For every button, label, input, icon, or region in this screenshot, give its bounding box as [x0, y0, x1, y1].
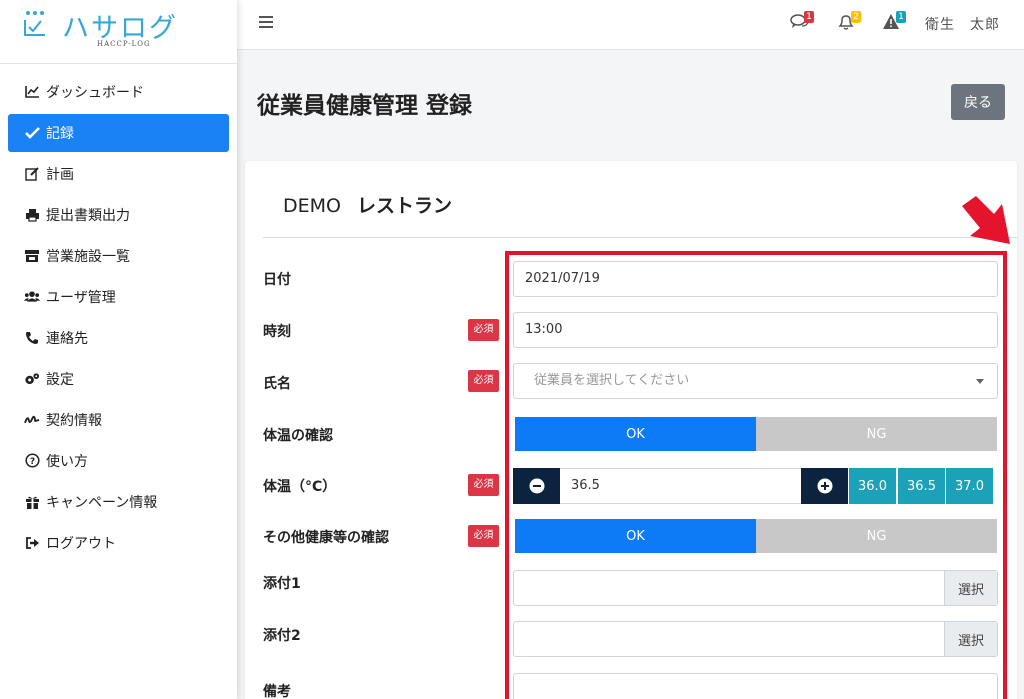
- back-button[interactable]: 戻る: [951, 84, 1005, 120]
- company-name: DEMO: [283, 195, 341, 217]
- signature-icon: [24, 412, 40, 428]
- sidebar-item-settings[interactable]: 設定: [0, 358, 237, 399]
- notes-input[interactable]: [513, 673, 998, 699]
- sidebar-item-label: 営業施設一覧: [46, 248, 130, 265]
- other-check-ok-button[interactable]: OK: [515, 519, 756, 553]
- logo-check-icon: [24, 11, 45, 36]
- sidebar-item-label: ダッシュボード: [46, 84, 144, 101]
- temp-check-ok-button[interactable]: OK: [515, 417, 756, 451]
- temp-preset-button[interactable]: 36.0: [849, 468, 896, 504]
- sidebar-item-dashboard[interactable]: ダッシュボード: [0, 71, 237, 112]
- sidebar-item-users[interactable]: ユーザ管理: [0, 276, 237, 317]
- name-label: 氏名: [263, 376, 291, 392]
- check-icon: [24, 125, 40, 141]
- required-badge: 必須: [468, 474, 499, 496]
- temp-check-ng-button[interactable]: NG: [756, 417, 997, 451]
- warning-icon[interactable]: 1: [882, 11, 906, 33]
- restaurant-name: レストラン: [356, 195, 452, 217]
- notes-label: 備考: [263, 684, 291, 699]
- bell-icon[interactable]: 2: [837, 11, 861, 33]
- date-input[interactable]: 2021/07/19: [513, 261, 998, 297]
- sidebar-item-label: ユーザ管理: [46, 289, 116, 306]
- logout-icon: [24, 535, 40, 551]
- messages-badge: 1: [804, 11, 814, 23]
- temp-preset-button[interactable]: 36.5: [898, 468, 945, 504]
- sidebar-nav: ダッシュボード 記録 計画 提出書類出力 営業施設一覧 ユーザ管理 連絡先 設定…: [0, 71, 237, 563]
- logo-subtitle: HACCP-LOG: [97, 40, 151, 48]
- menu-toggle-icon[interactable]: [259, 16, 273, 28]
- temperature-input[interactable]: 36.5: [560, 468, 801, 504]
- attachment2-browse-button[interactable]: 選択: [944, 622, 997, 656]
- other-check-label: その他健康等の確認: [263, 530, 389, 546]
- chart-line-icon: [24, 84, 40, 100]
- arrow-annotation-icon: [962, 196, 1010, 244]
- employee-select[interactable]: 従業員を選択してください: [513, 363, 998, 399]
- store-icon: [24, 248, 40, 264]
- temp-check-label: 体温の確認: [263, 428, 333, 444]
- users-icon: [24, 289, 40, 305]
- required-badge: 必須: [468, 319, 499, 341]
- topbar: 1 2 1 衛生 太郎: [237, 0, 1024, 50]
- temperature-stepper: 36.5: [513, 468, 848, 504]
- gift-icon: [24, 494, 40, 510]
- sidebar-item-plan[interactable]: 計画: [0, 153, 237, 194]
- chevron-down-icon: [976, 379, 984, 384]
- required-badge: 必須: [468, 525, 499, 547]
- sidebar: ハサログ HACCP-LOG ダッシュボード 記録 計画 提出書類出力 営業施設…: [0, 0, 237, 699]
- other-check-ng-button[interactable]: NG: [756, 519, 997, 553]
- gears-icon: [24, 371, 40, 387]
- svg-text:?: ?: [29, 457, 34, 467]
- sidebar-item-facilities[interactable]: 営業施設一覧: [0, 235, 237, 276]
- sidebar-item-label: キャンペーン情報: [46, 494, 158, 511]
- sidebar-item-label: 計画: [46, 166, 74, 183]
- question-circle-icon: ?: [24, 453, 40, 469]
- date-label: 日付: [263, 272, 291, 288]
- printer-icon: [24, 207, 40, 223]
- divider: [263, 237, 1017, 238]
- card-title: DEMO レストラン: [283, 191, 452, 218]
- temp-check-toggle: OK NG: [515, 417, 997, 451]
- notifications-badge: 2: [851, 11, 861, 23]
- attachment2-input[interactable]: 選択: [513, 621, 998, 657]
- sidebar-item-label: 使い方: [46, 453, 88, 470]
- attachment1-browse-button[interactable]: 選択: [944, 571, 997, 605]
- sidebar-item-label: 契約情報: [46, 412, 102, 429]
- temp-preset-button[interactable]: 37.0: [946, 468, 993, 504]
- sidebar-item-campaign[interactable]: キャンペーン情報: [0, 481, 237, 522]
- logo[interactable]: ハサログ HACCP-LOG: [0, 0, 237, 64]
- sidebar-item-records[interactable]: 記録: [8, 114, 229, 152]
- sidebar-item-label: 連絡先: [46, 330, 88, 347]
- user-name[interactable]: 衛生 太郎: [925, 14, 1000, 34]
- sidebar-item-contract[interactable]: 契約情報: [0, 399, 237, 440]
- attachment1-input[interactable]: 選択: [513, 570, 998, 606]
- sidebar-item-label: 記録: [46, 126, 74, 142]
- alerts-badge: 1: [896, 11, 906, 23]
- sidebar-item-documents[interactable]: 提出書類出力: [0, 194, 237, 235]
- sidebar-item-contacts[interactable]: 連絡先: [0, 317, 237, 358]
- temperature-label: 体温（°C）: [263, 479, 337, 495]
- sidebar-item-label: 設定: [46, 371, 74, 388]
- sidebar-item-label: ログアウト: [46, 535, 116, 552]
- attachment2-label: 添付2: [263, 628, 301, 644]
- sidebar-item-label: 提出書類出力: [46, 207, 130, 224]
- sidebar-item-logout[interactable]: ログアウト: [0, 522, 237, 563]
- time-label: 時刻: [263, 324, 291, 340]
- required-badge: 必須: [468, 370, 499, 392]
- attachment1-label: 添付1: [263, 576, 301, 592]
- plus-circle-icon: [817, 478, 832, 494]
- page-title: 従業員健康管理 登録: [257, 93, 473, 119]
- decrement-button[interactable]: [513, 468, 560, 504]
- time-input[interactable]: 13:00: [513, 312, 998, 348]
- increment-button[interactable]: [801, 468, 848, 504]
- other-check-toggle: OK NG: [515, 519, 997, 553]
- messages-icon[interactable]: 1: [790, 11, 814, 33]
- employee-select-placeholder: 従業員を選択してください: [534, 373, 690, 388]
- sidebar-item-help[interactable]: ? 使い方: [0, 440, 237, 481]
- minus-circle-icon: [529, 478, 544, 494]
- edit-icon: [24, 166, 40, 182]
- phone-icon: [24, 330, 40, 346]
